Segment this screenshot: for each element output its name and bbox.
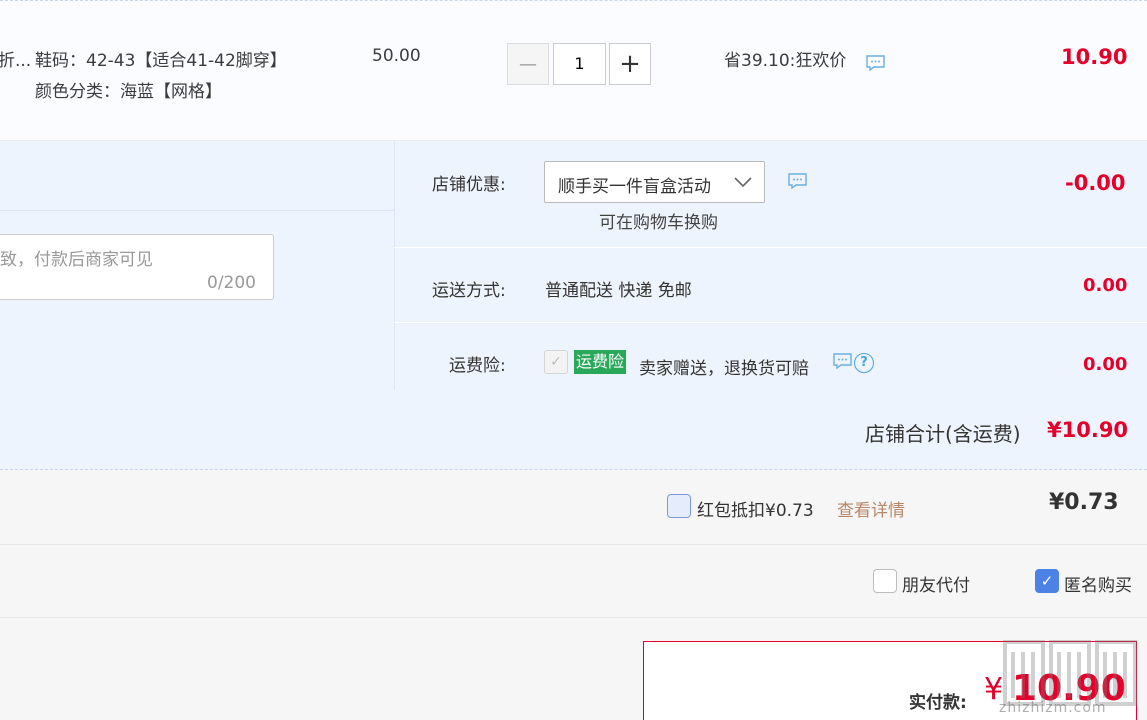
insurance-label: 运费险: [449,356,506,376]
insurance-checkbox[interactable]: ✓ [544,350,568,374]
shop-total-amount: ¥10.90 [1047,418,1129,442]
item-subtotal: 10.90 [1061,45,1128,69]
shop-options-panel [394,141,1147,390]
memo-char-counter: 0/200 [207,273,256,293]
check-icon: ✓ [1040,572,1054,590]
chevron-down-icon [733,174,753,193]
quantity-decrease-button[interactable]: — [507,43,549,85]
site-watermark-logo: zhizhizm.com [995,628,1145,720]
divider [0,210,394,211]
insurance-amount: 0.00 [1083,354,1128,375]
minus-icon: — [519,53,537,75]
chat-bubble-icon[interactable] [787,172,808,190]
shop-total-label: 店铺合计(含运费) [865,422,1021,446]
check-icon: ✓ [550,354,562,370]
shop-promo-note: 可在购物车换购 [599,213,718,233]
divider [394,247,1147,248]
shipping-method: 普通配送 快递 免邮 [545,281,692,301]
shop-total-row: 店铺合计(含运费) ¥10.90 [0,390,1147,470]
anonymous-label: 匿名购买 [1064,576,1132,596]
quantity-increase-button[interactable]: + [609,43,651,85]
shipping-label: 运送方式: [432,281,506,301]
item-discount-text: 省39.10:狂欢价 [724,51,847,71]
divider [394,322,1147,323]
friend-pay-checkbox[interactable] [873,569,897,593]
insurance-description: 卖家赠送，退换货可赔 [639,359,809,379]
order-item-row: 折... 鞋码：42-43【适合41-42脚穿】 颜色分类：海蓝【网格】 50.… [0,0,1147,141]
item-size-attribute: 鞋码：42-43【适合41-42脚穿】 [35,51,287,71]
watermark-text: zhizhizm.com [999,700,1107,716]
insurance-tag: 运费险 [574,350,627,374]
anonymous-checkbox[interactable]: ✓ [1035,569,1059,593]
red-packet-checkbox[interactable] [667,494,691,518]
memo-placeholder: 致，付款后商家可见 [0,250,153,270]
shop-promo-selected: 顺手买一件盲盒活动 [558,177,711,197]
plus-icon: + [619,49,641,79]
shipping-amount: 0.00 [1083,275,1128,296]
chat-bubble-icon[interactable] [832,352,853,370]
shop-promo-label: 店铺优惠: [432,175,506,195]
friend-pay-label: 朋友代付 [902,576,970,596]
red-packet-label: 红包抵扣¥0.73 [697,501,814,521]
buyer-memo-textarea[interactable]: 致，付款后商家可见 0/200 [0,234,274,300]
chat-bubble-icon[interactable] [865,54,886,72]
quantity-input[interactable]: 1 [553,43,606,85]
divider [0,617,1147,618]
help-icon[interactable]: ? [854,353,874,373]
shop-promo-select[interactable]: 顺手买一件盲盒活动 [544,161,765,203]
payment-label: 实付款: [909,693,967,713]
red-packet-details-link[interactable]: 查看详情 [837,496,905,521]
item-title-fragment: 折... [0,51,32,71]
divider [0,544,1147,545]
item-color-attribute: 颜色分类：海蓝【网格】 [35,82,222,102]
red-packet-amount: ¥0.73 [1049,490,1119,515]
item-unit-price: 50.00 [372,46,421,66]
shop-promo-amount: -0.00 [1065,171,1126,195]
